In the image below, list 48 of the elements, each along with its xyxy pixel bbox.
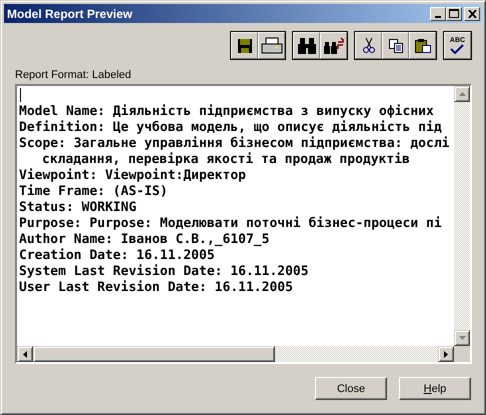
scroll-down-button[interactable]	[454, 330, 470, 346]
arrow-down-icon	[458, 336, 466, 340]
scroll-thumb[interactable]	[33, 346, 275, 362]
scrollbar-corner	[454, 346, 470, 362]
print-button[interactable]	[258, 32, 285, 59]
maximize-button[interactable]	[446, 6, 462, 20]
scroll-up-button[interactable]	[454, 86, 470, 102]
scissors-icon	[362, 38, 374, 54]
report-line: Creation Date: 16.11.2005	[19, 248, 216, 264]
close-button[interactable]	[464, 6, 480, 20]
minimize-button[interactable]	[430, 6, 446, 20]
replace-button[interactable]	[320, 32, 347, 59]
horizontal-scrollbar[interactable]	[17, 346, 454, 362]
report-line: User Last Revision Date: 16.11.2005	[19, 280, 294, 296]
dialog-button[interactable]: Help	[399, 377, 471, 400]
minimize-icon	[435, 16, 441, 18]
report-format-label: Report Format: Labeled	[15, 69, 132, 81]
arrow-left-icon	[23, 350, 27, 358]
cut-button[interactable]	[355, 32, 382, 59]
report-line: Viewpoint: Viewpoint:Директор	[19, 168, 247, 184]
report-line: складання, перевірка якості та продаж продуктів	[41, 152, 411, 168]
report-line: Definition: Це учбова модель, що описує діяльність під	[19, 120, 443, 136]
binoculars-icon	[296, 36, 316, 54]
close-icon	[468, 10, 476, 18]
report-line: Time Frame: (AS-IS)	[19, 184, 169, 200]
window-title: Model Report Preview	[7, 6, 132, 20]
scroll-right-button[interactable]	[438, 346, 454, 362]
vertical-scrollbar[interactable]	[454, 86, 470, 346]
binoculars-arrows-icon	[322, 36, 344, 54]
report-line: Author Name: Іванов С.В.,_6107_5	[19, 232, 270, 248]
save-button[interactable]	[231, 32, 258, 59]
report-line: Model Name: Діяльність підприємства з випуску офісних	[19, 104, 435, 120]
report-line: Purpose: Purpose: Моделювати поточні бізнес-процеси пі	[19, 216, 443, 232]
arrow-right-icon	[444, 350, 448, 358]
paste-icon	[414, 38, 432, 54]
maximize-icon	[449, 9, 459, 18]
report-line: Status: WORKING	[19, 200, 138, 216]
report-line: System Last Revision Date: 16.11.2005	[19, 264, 310, 280]
paste-button[interactable]	[409, 32, 436, 59]
find-button[interactable]	[293, 32, 320, 59]
report-line: Scope: Загальне управління бізнесом підприємства: дослі	[19, 136, 450, 152]
dialog-button[interactable]: Close	[315, 377, 387, 400]
copy-icon	[388, 38, 404, 54]
arrow-up-icon	[458, 92, 466, 96]
copy-button[interactable]	[382, 32, 409, 59]
scroll-left-button[interactable]	[17, 346, 33, 362]
printer-icon	[260, 36, 282, 54]
report-text-box[interactable]	[15, 84, 472, 364]
